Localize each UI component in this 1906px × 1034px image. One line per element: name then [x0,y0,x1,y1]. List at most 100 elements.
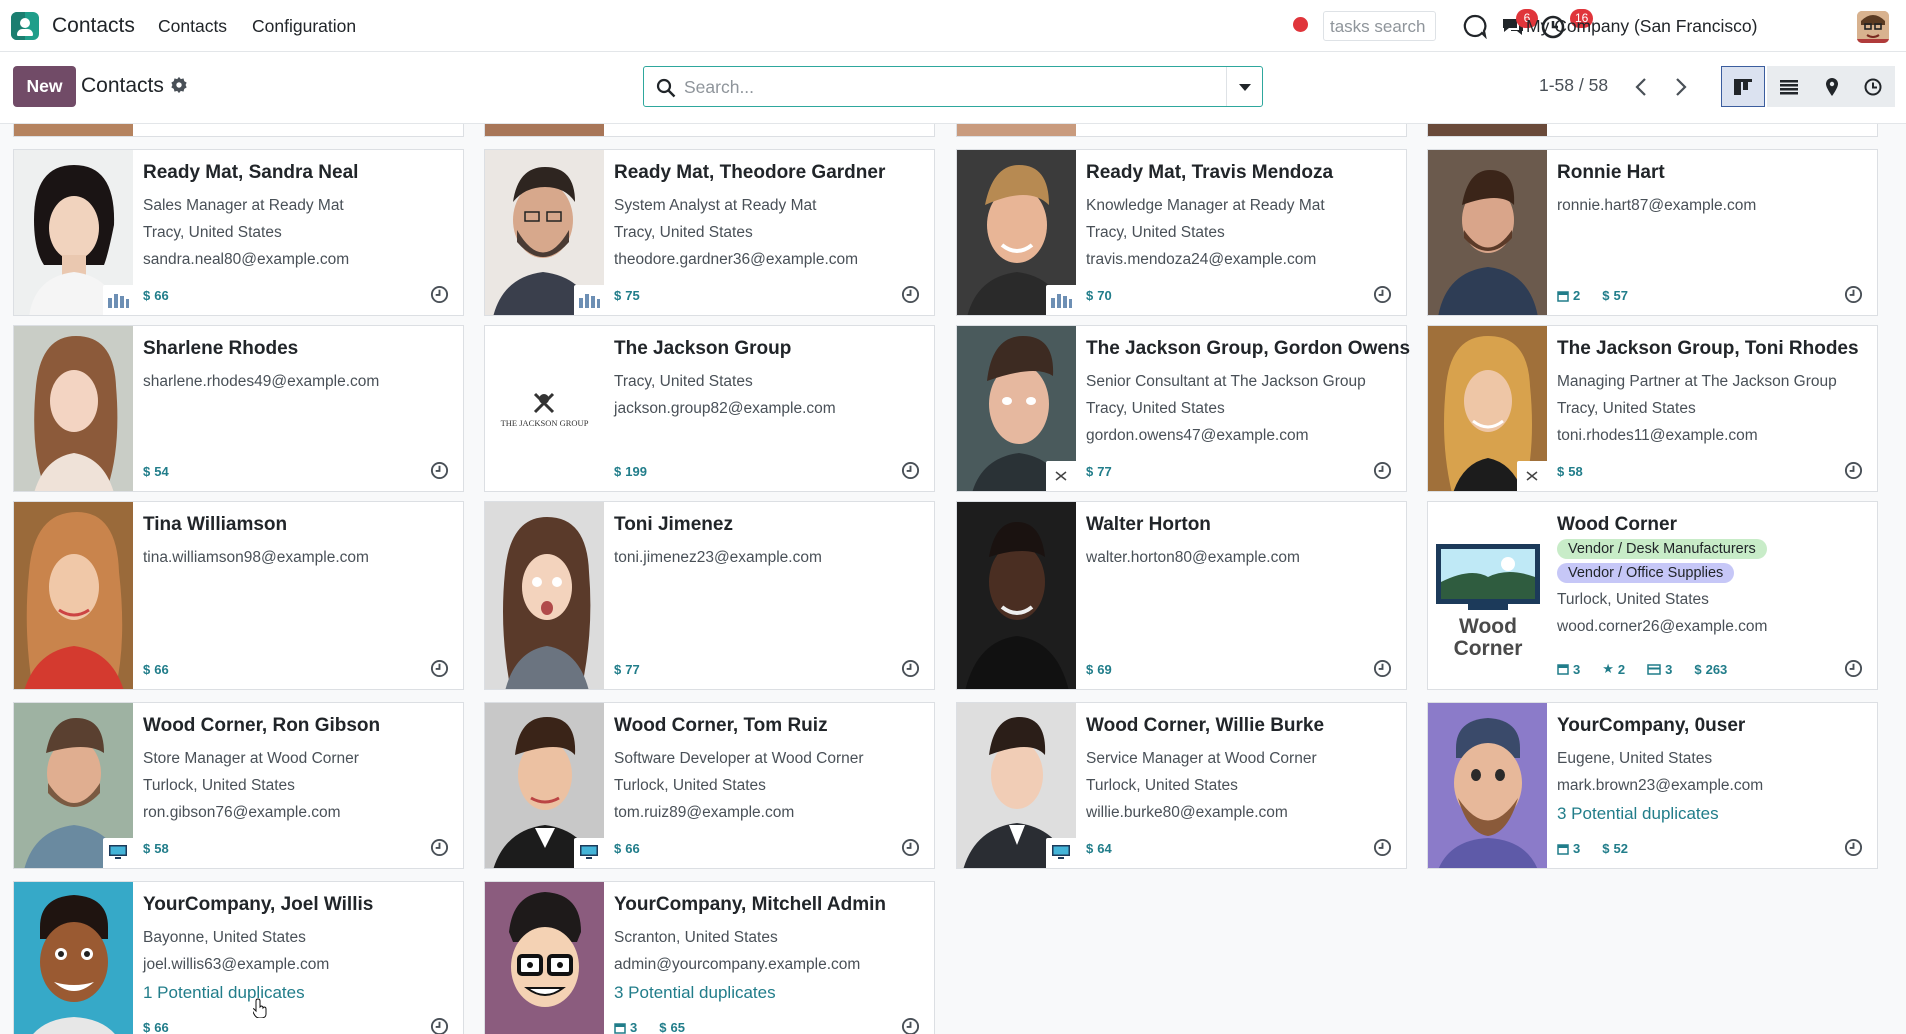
contact-card[interactable]: Wood Corner, Ron Gibson Store Manager at… [13,702,464,869]
sales-stat[interactable]: $77 [1086,464,1112,479]
activity-clock-icon[interactable] [901,461,920,480]
view-map-button[interactable] [1810,66,1854,107]
activity-clock-icon[interactable] [430,285,449,304]
activity-clock-icon[interactable] [901,659,920,678]
kanban-card-partial[interactable] [13,124,464,137]
contact-card[interactable]: Ready Mat, Travis Mendoza Knowledge Mana… [956,149,1407,316]
activity-clock-icon[interactable] [430,461,449,480]
meetings-stat[interactable]: 3 [1557,841,1580,856]
sales-stat[interactable]: $70 [1086,288,1112,303]
contact-card[interactable]: YourCompany, Joel Willis Bayonne, United… [13,881,464,1034]
sales-stat[interactable]: $58 [143,841,169,856]
activity-clock-icon[interactable] [901,285,920,304]
sales-stat[interactable]: $75 [614,288,640,303]
activity-clock-icon[interactable] [1844,285,1863,304]
meetings-stat[interactable]: 2 [1557,288,1580,303]
activity-clock-icon[interactable] [1844,461,1863,480]
search-options-toggle[interactable] [1226,67,1262,106]
contact-location: Turlock, United States [1557,591,1709,608]
contact-card[interactable]: Wood Corner, Tom Ruiz Software Developer… [484,702,935,869]
sales-stat[interactable]: $57 [1602,288,1628,303]
rating-stat[interactable]: ★ 2 [1602,661,1625,677]
tag-vendor-desk[interactable]: Vendor / Desk Manufacturers [1557,539,1767,559]
sales-stat[interactable]: $69 [1086,662,1112,677]
contact-card[interactable]: Ready Mat, Theodore Gardner System Analy… [484,149,935,316]
activity-clock-icon[interactable] [901,1017,920,1034]
sales-stat[interactable]: $64 [1086,841,1112,856]
contact-card[interactable]: Ready Mat, Sandra Neal Sales Manager at … [13,149,464,316]
view-activity-button[interactable] [1851,66,1895,107]
contact-card[interactable]: Sharlene Rhodes sharlene.rhodes49@exampl… [13,325,464,492]
sales-stat[interactable]: $263 [1694,661,1727,677]
contact-card[interactable]: YourCompany, 0user Eugene, United States… [1427,702,1878,869]
pager-previous-button[interactable] [1622,66,1660,107]
recording-indicator-icon[interactable] [1293,17,1308,32]
user-avatar[interactable] [1857,11,1889,43]
contact-card[interactable]: Wood Corner, Willie Burke Service Manage… [956,702,1407,869]
sales-stat[interactable]: $66 [143,288,169,303]
potential-duplicates-link[interactable]: 3 Potential duplicates [614,978,924,1008]
pager-value[interactable]: 1-58 / 58 [1539,75,1608,96]
sales-stat[interactable]: $77 [614,662,640,677]
kanban-card-partial[interactable] [956,124,1407,137]
contact-card[interactable]: Toni Jimenez toni.jimenez23@example.com … [484,501,935,690]
contact-card[interactable]: Wood Corner Wood Corner Vendor / Desk Man… [1427,501,1878,690]
sales-stat[interactable]: $52 [1602,841,1628,856]
activity-clock-icon[interactable] [430,838,449,857]
activity-clock-icon[interactable] [430,659,449,678]
contact-card[interactable]: YourCompany, Mitchell Admin Scranton, Un… [484,881,935,1034]
tag-vendor-office[interactable]: Vendor / Office Supplies [1557,563,1735,583]
contact-card[interactable]: THE JACKSON GROUP The Jackson Group Trac… [484,325,935,492]
contact-card[interactable]: Tina Williamson tina.williamson98@exampl… [13,501,464,690]
contact-card[interactable]: The Jackson Group, Toni Rhodes Managing … [1427,325,1878,492]
meetings-stat[interactable]: 3 [614,1020,637,1034]
kanban-card-partial[interactable] [484,124,935,137]
tasks-search-input[interactable]: tasks search [1323,11,1436,41]
stat-value: 65 [670,1020,685,1034]
activity-clock-icon[interactable] [1373,838,1392,857]
potential-duplicates-link[interactable]: 1 Potential duplicates [143,978,453,1008]
contact-card[interactable]: The Jackson Group, Gordon Owens Senior C… [956,325,1410,492]
contact-name: Wood Corner, Ron Gibson [143,715,381,736]
contact-card[interactable]: Walter Horton walter.horton80@example.co… [956,501,1407,690]
activity-clock-icon[interactable] [1373,659,1392,678]
stat-value: 57 [1613,288,1628,303]
stat-value: 77 [1097,464,1112,479]
voip-phone-icon[interactable] [1462,13,1488,39]
view-kanban-button[interactable] [1721,66,1765,107]
sales-stat[interactable]: $54 [143,464,169,479]
menu-contacts[interactable]: Contacts [158,16,227,37]
activity-clock-icon[interactable] [1844,659,1863,678]
activity-clock-icon[interactable] [430,1017,449,1034]
new-button[interactable]: New [13,66,76,107]
contact-photo [957,150,1076,315]
sales-stat[interactable]: $66 [614,841,640,856]
menu-configuration[interactable]: Configuration [252,16,356,37]
view-list-button[interactable] [1767,66,1811,107]
company-switcher[interactable]: My Company (San Francisco) [1526,16,1757,37]
contact-card[interactable]: Ronnie Hart ronnie.hart87@example.com 2 … [1427,149,1878,316]
activity-clock-icon[interactable] [1844,838,1863,857]
bills-stat[interactable]: 3 [1647,661,1672,677]
kanban-card-partial[interactable] [1427,124,1878,137]
potential-duplicates-link[interactable]: 3 Potential duplicates [1557,799,1867,829]
sales-stat[interactable]: $65 [659,1020,685,1034]
search-bar[interactable] [643,66,1263,107]
meetings-stat[interactable]: 3 [1557,661,1580,677]
stat-value: 66 [625,841,640,856]
gear-icon[interactable] [170,76,188,94]
money-icon: $ [1086,841,1094,856]
pager-next-button[interactable] [1662,66,1700,107]
sales-stat[interactable]: $199 [614,464,647,479]
sales-stat[interactable]: $66 [143,662,169,677]
activity-clock-icon[interactable] [901,838,920,857]
app-name[interactable]: Contacts [52,14,135,38]
sales-stat[interactable]: $58 [1557,464,1583,479]
contact-email: admin@yourcompany.example.com [614,956,861,973]
company-logo: Wood Corner [1428,502,1547,689]
search-input[interactable] [684,73,1204,101]
sales-stat[interactable]: $66 [143,1020,169,1034]
activity-clock-icon[interactable] [1373,285,1392,304]
activity-clock-icon[interactable] [1373,461,1392,480]
contacts-app-icon[interactable] [11,12,39,40]
